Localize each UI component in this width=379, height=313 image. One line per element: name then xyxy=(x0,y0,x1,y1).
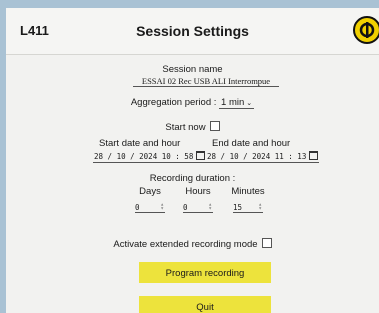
hours-label: Hours xyxy=(185,186,211,197)
minutes-label: Minutes xyxy=(231,186,265,197)
aggregation-select[interactable]: 1 min ⌄ xyxy=(219,97,255,109)
calendar-icon[interactable] xyxy=(196,151,206,160)
start-now-row: Start now xyxy=(6,121,379,133)
minutes-input[interactable]: 15 ▴ ▾ xyxy=(233,202,263,213)
chevron-down-icon: ⌄ xyxy=(246,100,253,107)
start-now-checkbox[interactable] xyxy=(209,121,220,131)
minutes-value: 15 xyxy=(233,203,243,212)
hours-value: 0 xyxy=(183,203,188,212)
stepper-icon[interactable]: ▴ ▾ xyxy=(258,202,262,212)
hours-column: Hours 0 ▴ ▾ xyxy=(181,186,215,215)
hours-input[interactable]: 0 ▴ ▾ xyxy=(183,202,213,213)
title-bar: L411 Session Settings xyxy=(6,8,379,55)
aggregation-value: 1 min xyxy=(221,97,245,108)
aggregation-row: Aggregation period : 1 min ⌄ xyxy=(6,97,379,109)
quit-button[interactable]: Quit xyxy=(139,296,271,313)
extended-mode-checkbox[interactable] xyxy=(261,238,272,248)
end-date-input[interactable]: 28 / 10 / 2024 11 : 13 xyxy=(206,151,320,163)
days-label: Days xyxy=(139,186,161,197)
program-recording-button[interactable]: Program recording xyxy=(139,262,271,283)
aggregation-label: Aggregation period : xyxy=(130,97,217,108)
extended-mode-row: Activate extended recording mode xyxy=(6,238,379,250)
days-input[interactable]: 0 ▴ ▾ xyxy=(135,202,165,213)
session-name-input[interactable]: ESSAI 02 Rec USB ALI Interrompue xyxy=(133,76,279,87)
start-date-value: 28 / 10 / 2024 10 : 58 xyxy=(94,152,194,161)
start-date-label: Start date and hour xyxy=(99,138,181,149)
page-title: Session Settings xyxy=(136,23,249,39)
calendar-icon[interactable] xyxy=(309,151,319,160)
session-settings-window: L411 Session Settings Session name ESSAI… xyxy=(6,8,379,313)
start-date-input[interactable]: 28 / 10 / 2024 10 : 58 xyxy=(93,151,207,163)
brand-logo-icon xyxy=(353,16,379,44)
start-now-label: Start now xyxy=(165,122,206,133)
days-column: Days 0 ▴ ▾ xyxy=(133,186,167,215)
stepper-icon[interactable]: ▴ ▾ xyxy=(160,202,164,212)
days-value: 0 xyxy=(135,203,140,212)
recording-duration-label: Recording duration : xyxy=(149,173,236,184)
end-date-value: 28 / 10 / 2024 11 : 13 xyxy=(207,152,307,161)
end-date-label: End date and hour xyxy=(212,138,291,149)
minutes-column: Minutes 15 ▴ ▾ xyxy=(228,186,268,215)
session-name-label: Session name xyxy=(162,64,223,75)
stepper-icon[interactable]: ▴ ▾ xyxy=(208,202,212,212)
extended-mode-label: Activate extended recording mode xyxy=(113,239,258,250)
